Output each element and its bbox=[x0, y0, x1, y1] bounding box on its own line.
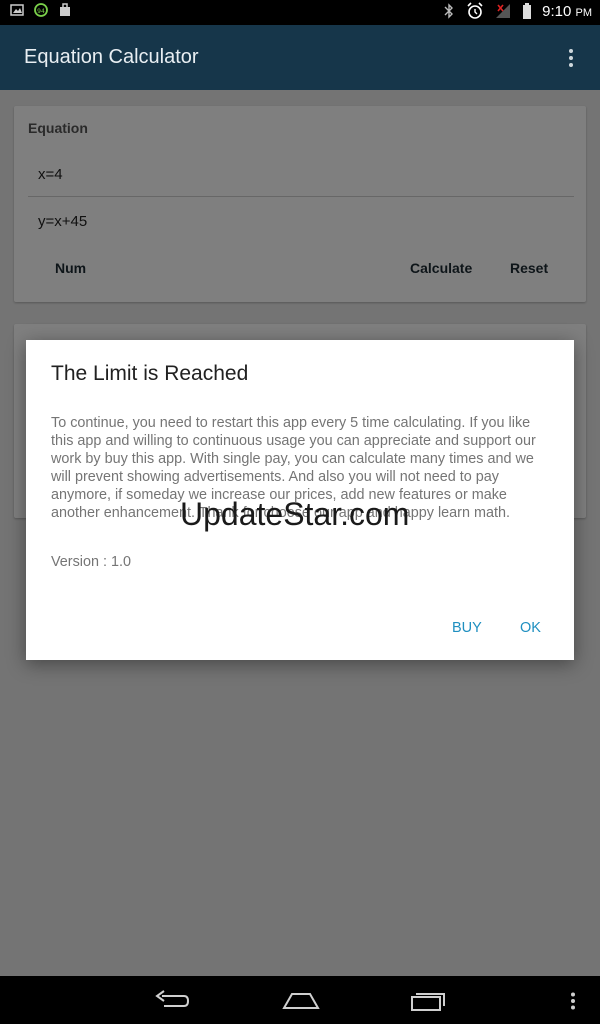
svg-text:94: 94 bbox=[37, 8, 45, 15]
status-time-suffix: PM bbox=[575, 6, 593, 19]
battery-icon bbox=[523, 3, 532, 19]
dialog-title: The Limit is Reached bbox=[51, 362, 249, 385]
no-signal-icon bbox=[496, 4, 511, 18]
bluetooth-icon bbox=[444, 3, 454, 19]
status-time: 9:10 PM bbox=[542, 3, 592, 20]
menu-dots-icon[interactable] bbox=[570, 992, 576, 1010]
navigation-bar bbox=[0, 976, 600, 1024]
back-icon[interactable] bbox=[154, 990, 190, 1012]
status-left-icons: 94 bbox=[10, 3, 72, 17]
bag-icon bbox=[60, 3, 70, 16]
buy-button[interactable]: BUY bbox=[452, 620, 482, 636]
badge-icon: 94 bbox=[34, 3, 48, 17]
alarm-icon bbox=[467, 2, 483, 19]
home-icon[interactable] bbox=[282, 990, 320, 1012]
recent-apps-icon[interactable] bbox=[410, 990, 446, 1012]
status-right-icons: 9:10 PM bbox=[442, 2, 592, 20]
dialog-version: Version : 1.0 bbox=[51, 554, 131, 570]
status-bar: 94 9:10 PM bbox=[0, 0, 600, 25]
status-time-value: 9:10 bbox=[542, 2, 572, 20]
app-title: Equation Calculator bbox=[24, 46, 199, 68]
ok-button[interactable]: OK bbox=[520, 620, 541, 636]
image-icon bbox=[10, 4, 24, 16]
overflow-menu-icon[interactable] bbox=[568, 48, 574, 68]
app-bar: Equation Calculator bbox=[0, 25, 600, 90]
watermark: UpdateStar.com bbox=[180, 496, 410, 532]
